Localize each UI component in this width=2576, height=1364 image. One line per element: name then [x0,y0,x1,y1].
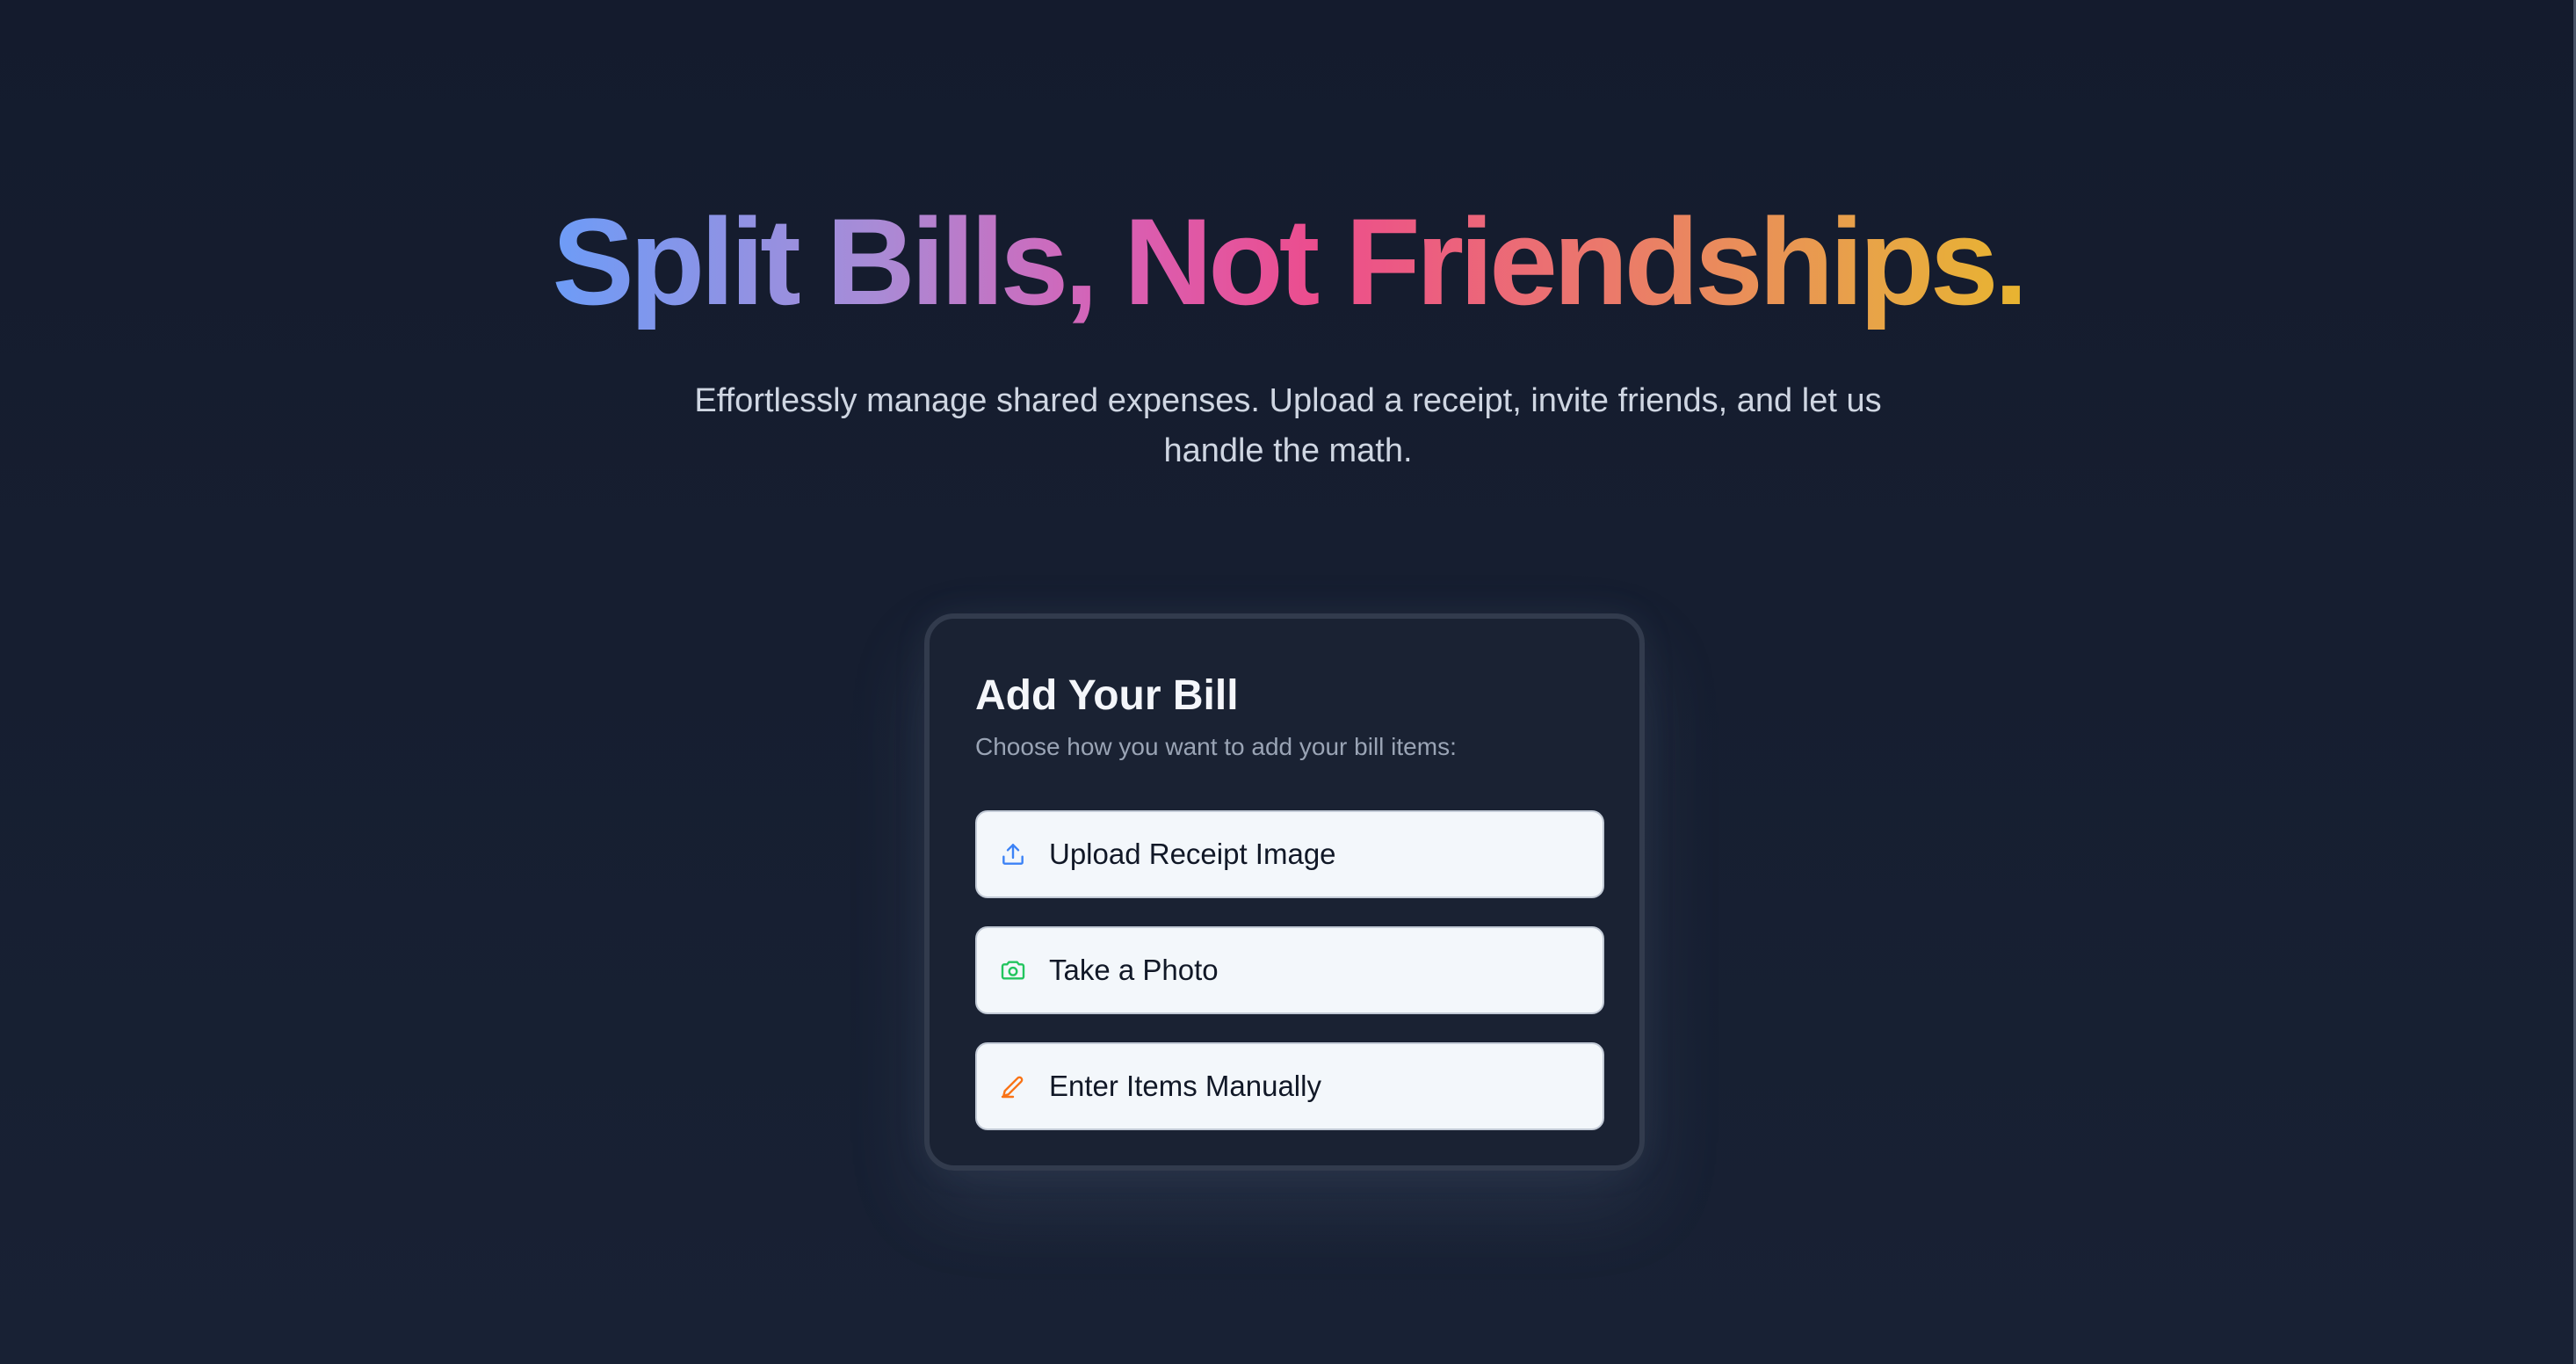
upload-receipt-button[interactable]: Upload Receipt Image [975,810,1604,898]
hero-title-text: Split Bills, Not Friendships. [552,192,2028,330]
card-title: Add Your Bill [975,672,1239,719]
enter-manually-button[interactable]: Enter Items Manually [975,1042,1604,1130]
upload-icon [998,839,1028,869]
enter-manually-label: Enter Items Manually [1049,1070,1321,1102]
add-bill-card: Add Your Bill Choose how you want to add… [924,613,1645,1171]
hero-title: Split Bills, Not Friendships. [0,192,2576,332]
upload-receipt-label: Upload Receipt Image [1049,838,1336,870]
pencil-icon [998,1071,1028,1101]
card-subtitle: Choose how you want to add your bill ite… [975,733,1457,760]
camera-icon [998,955,1028,985]
take-photo-button[interactable]: Take a Photo [975,926,1604,1014]
take-photo-label: Take a Photo [1049,954,1219,986]
hero-subtitle: Effortlessly manage shared expenses. Upl… [694,382,1882,469]
